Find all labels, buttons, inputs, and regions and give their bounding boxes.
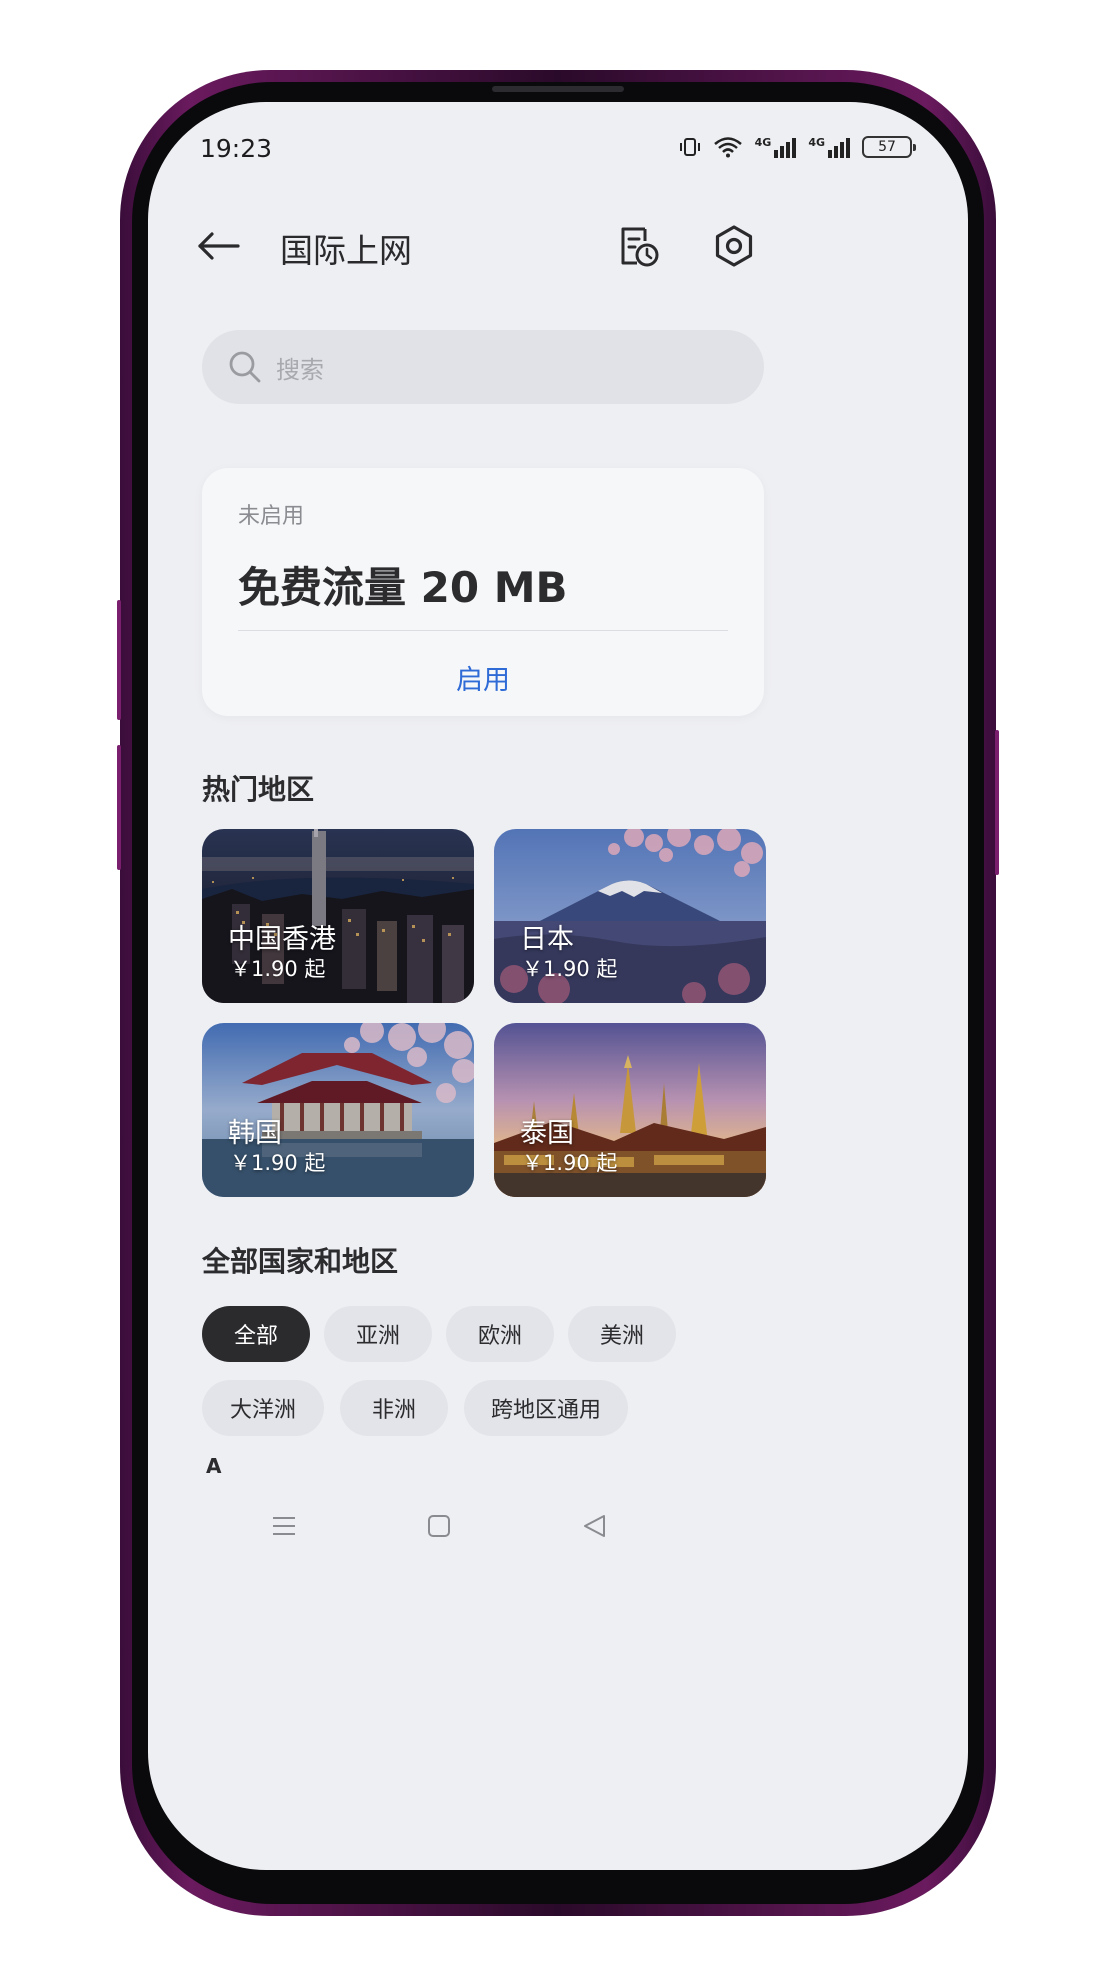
card-status: 未启用 [238,504,305,529]
enable-button[interactable]: 启用 [202,658,764,697]
signal-4g-icon: 4G [755,136,797,158]
region-price: ￥1.90 起 [230,1151,326,1175]
filter-chip-africa[interactable]: 非洲 [340,1380,448,1436]
card-divider [238,630,728,631]
usage-history-button[interactable] [612,220,664,272]
all-regions-title: 全部国家和地区 [202,1245,399,1278]
settings-icon [715,225,753,267]
system-nav-bar [148,1496,968,1556]
region-name: 日本 [520,924,574,955]
nav-back-button[interactable] [576,1508,612,1544]
region-tile-japan[interactable]: 日本 ￥1.90 起 [494,829,766,1003]
status-icons: 4G 4G 57 [679,136,916,158]
region-price: ￥1.90 起 [522,1151,618,1175]
filter-chip-cross-region[interactable]: 跨地区通用 [464,1380,628,1436]
filter-chip-oceania[interactable]: 大洋洲 [202,1380,324,1436]
region-tile-thailand[interactable]: 泰国 ￥1.90 起 [494,1023,766,1197]
filter-chip-europe[interactable]: 欧洲 [446,1306,554,1362]
card-title: 免费流量 20 MB [238,563,568,612]
filter-chip-all[interactable]: 全部 [202,1306,310,1362]
free-data-card: 未启用 免费流量 20 MB 启用 [202,468,764,716]
signal-4g-icon: 4G [808,136,850,158]
back-arrow-icon [198,232,240,260]
region-tile-korea[interactable]: 韩国 ￥1.90 起 [202,1023,474,1197]
search-icon [229,351,261,383]
filter-chip-americas[interactable]: 美洲 [568,1306,676,1362]
volume-button [117,600,121,720]
power-button [995,730,999,875]
region-price: ￥1.90 起 [522,957,618,981]
home-icon [428,1515,450,1537]
region-name: 中国香港 [228,924,336,955]
screen: 19:23 4G 4G 57 国际上网 搜索 未启用 免费流量 20 MB 启用… [148,102,968,1870]
signal-label: 4G [754,136,772,149]
page-title: 国际上网 [280,231,412,270]
home-button[interactable] [421,1508,457,1544]
earpiece [492,86,624,92]
search-placeholder: 搜索 [276,355,324,384]
region-tile-hong-kong[interactable]: 中国香港 ￥1.90 起 [202,829,474,1003]
index-letter: A [206,1454,222,1478]
usage-history-icon [621,227,659,267]
volume-button [117,745,121,870]
back-icon [584,1515,605,1537]
region-name: 韩国 [228,1118,282,1149]
settings-button[interactable] [708,220,760,272]
region-name: 泰国 [520,1118,574,1149]
back-button[interactable] [194,222,242,270]
popular-regions-title: 热门地区 [202,773,315,806]
battery-indicator: 57 [862,136,916,158]
app-header: 国际上网 [148,210,968,282]
wifi-icon [713,137,742,158]
region-price: ￥1.90 起 [230,957,326,981]
signal-label: 4G [808,136,825,149]
menu-button[interactable] [266,1508,302,1544]
menu-icon [273,1517,295,1535]
vibrate-icon [679,138,700,156]
status-time: 19:23 [200,134,273,163]
search-field[interactable]: 搜索 [202,330,764,404]
filter-chip-asia[interactable]: 亚洲 [324,1306,432,1362]
